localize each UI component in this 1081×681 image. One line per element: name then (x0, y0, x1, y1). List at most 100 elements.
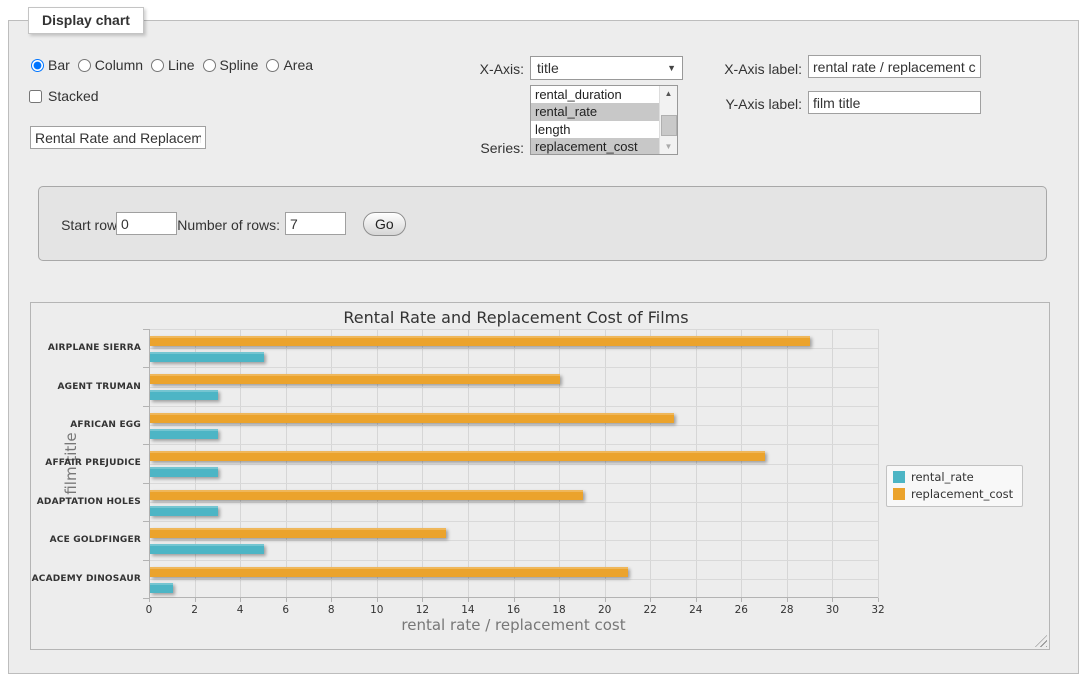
legend-swatch-rental_rate (893, 471, 905, 483)
series-list-scrollbar[interactable]: ▲ ▼ (659, 86, 677, 154)
x-axis-tick (832, 598, 833, 602)
chart-type-option-column[interactable]: Column (78, 57, 143, 73)
series-multiselect[interactable]: rental_durationrental_ratelengthreplacem… (530, 85, 678, 155)
chart-title: Rental Rate and Replacement Cost of Film… (31, 308, 1001, 327)
x-axis-tick (422, 598, 423, 602)
stacked-checkbox[interactable] (29, 90, 42, 103)
gridline-horizontal (149, 425, 878, 426)
chart-type-radio-label: Area (283, 57, 313, 73)
y-axis-category-label: AFFAIR PREJUDICE (31, 444, 141, 482)
gridline-horizontal (149, 348, 878, 349)
chart-type-radio-line[interactable] (151, 59, 164, 72)
panel-title: Display chart (42, 12, 130, 28)
legend-swatch-replacement_cost (893, 488, 905, 500)
bar-replacement_cost[interactable] (150, 567, 628, 577)
bar-rental_rate[interactable] (150, 544, 264, 554)
x-axis-label-input[interactable] (808, 55, 981, 78)
x-axis-tick-label: 28 (772, 604, 802, 616)
chart-type-radio-label: Column (95, 57, 143, 73)
x-axis-tick (696, 598, 697, 602)
x-axis-tick-label: 12 (407, 604, 437, 616)
bar-replacement_cost[interactable] (150, 336, 810, 346)
bar-replacement_cost[interactable] (150, 374, 560, 384)
chart-type-radio-label: Spline (220, 57, 259, 73)
go-button[interactable]: Go (363, 212, 406, 236)
x-axis-tick-label: 24 (681, 604, 711, 616)
x-axis-tick-label: 0 (134, 604, 164, 616)
x-axis-tick (195, 598, 196, 602)
x-axis-tick (878, 598, 879, 602)
chart-type-option-spline[interactable]: Spline (203, 57, 259, 73)
page: Display chart Bar Column Line Spline Area St… (0, 0, 1081, 681)
bar-replacement_cost[interactable] (150, 451, 765, 461)
chart-type-option-area[interactable]: Area (266, 57, 313, 73)
x-axis-tick (787, 598, 788, 602)
plot-area (149, 329, 878, 598)
x-axis-tick (286, 598, 287, 602)
bar-rental_rate[interactable] (150, 390, 218, 400)
number-of-rows-input[interactable] (285, 212, 346, 235)
gridline-horizontal (149, 329, 878, 330)
legend-item-rental_rate[interactable]: rental_rate (893, 470, 1013, 484)
x-axis-tick (149, 598, 150, 602)
gridline-horizontal (149, 444, 878, 445)
bar-replacement_cost[interactable] (150, 413, 674, 423)
x-axis-select[interactable]: title ▼ (530, 56, 683, 80)
scroll-down-icon[interactable]: ▼ (660, 139, 677, 154)
y-axis-tick (143, 444, 149, 445)
x-axis-tick (559, 598, 560, 602)
x-axis-tick-label: 14 (453, 604, 483, 616)
series-option-replacement_cost[interactable]: replacement_cost (531, 138, 660, 155)
y-axis-label-field-label: Y-Axis label: (710, 96, 802, 112)
bar-rental_rate[interactable] (150, 352, 264, 362)
bar-rental_rate[interactable] (150, 467, 218, 477)
gridline-horizontal (149, 483, 878, 484)
y-axis-category-label: AFRICAN EGG (31, 406, 141, 444)
stacked-label: Stacked (48, 88, 99, 104)
x-axis-tick-label: 26 (726, 604, 756, 616)
x-axis-tick-label: 22 (635, 604, 665, 616)
chart-type-radio-spline[interactable] (203, 59, 216, 72)
x-axis-tick-label: 4 (225, 604, 255, 616)
chart-type-radio-bar[interactable] (31, 59, 44, 72)
bar-rental_rate[interactable] (150, 506, 218, 516)
chart-type-option-bar[interactable]: Bar (31, 57, 70, 73)
panel-legend: Display chart (28, 7, 144, 34)
gridline-horizontal (149, 560, 878, 561)
stacked-option[interactable]: Stacked (29, 88, 99, 104)
y-axis-category-label: ACE GOLDFINGER (31, 521, 141, 559)
gridline-horizontal (149, 540, 878, 541)
chart-type-option-line[interactable]: Line (151, 57, 194, 73)
y-axis-tick (143, 367, 149, 368)
x-axis-tick (240, 598, 241, 602)
series-option-rental_duration[interactable]: rental_duration (531, 86, 660, 103)
scroll-up-icon[interactable]: ▲ (660, 86, 677, 101)
bar-rental_rate[interactable] (150, 583, 173, 593)
x-axis-tick-label: 10 (362, 604, 392, 616)
series-option-length[interactable]: length (531, 121, 660, 138)
resize-handle-icon[interactable] (1035, 635, 1047, 647)
chart-type-radio-column[interactable] (78, 59, 91, 72)
number-of-rows-label: Number of rows: (160, 217, 280, 233)
x-axis-label-field-label: X-Axis label: (710, 61, 802, 77)
bar-rental_rate[interactable] (150, 429, 218, 439)
bar-replacement_cost[interactable] (150, 528, 446, 538)
chart-type-radio-area[interactable] (266, 59, 279, 72)
legend-item-replacement_cost[interactable]: replacement_cost (893, 487, 1013, 501)
x-axis-tick-label: 18 (544, 604, 574, 616)
legend-label: replacement_cost (911, 487, 1013, 501)
series-options: rental_durationrental_ratelengthreplacem… (531, 86, 660, 154)
chart-title-input[interactable] (30, 126, 206, 149)
x-axis-tick-label: 6 (271, 604, 301, 616)
x-axis-tick-label: 8 (316, 604, 346, 616)
series-option-rental_rate[interactable]: rental_rate (531, 103, 660, 120)
x-axis-tick (377, 598, 378, 602)
x-axis-tick (331, 598, 332, 602)
x-axis-tick (514, 598, 515, 602)
y-axis-tick (143, 560, 149, 561)
scrollbar-thumb[interactable] (661, 115, 677, 136)
chart-type-radio-label: Bar (48, 57, 70, 73)
gridline-vertical (878, 329, 879, 598)
bar-replacement_cost[interactable] (150, 490, 583, 500)
y-axis-label-input[interactable] (808, 91, 981, 114)
